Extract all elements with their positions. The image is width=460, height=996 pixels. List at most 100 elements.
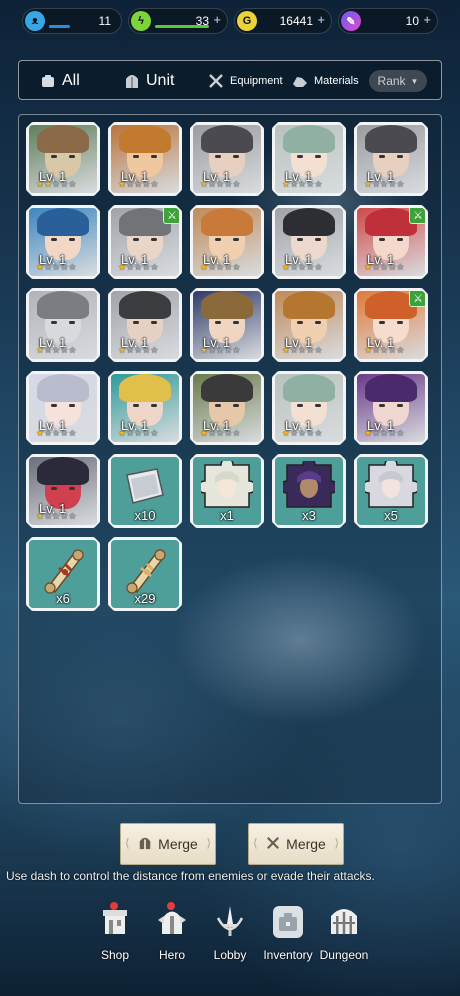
- crystal-add-button[interactable]: +: [423, 12, 431, 27]
- portrait-eye: [397, 404, 403, 407]
- portrait-eye: [51, 155, 57, 158]
- crossed-swords-icon: [207, 72, 225, 90]
- stamina-bar: [49, 25, 70, 28]
- unit-portrait: Lv. 1 ★ ★ ★ ★ ★: [275, 374, 343, 442]
- portrait-eye: [51, 404, 57, 407]
- star-rating: ★ ★ ★ ★ ★: [36, 263, 76, 272]
- rank-sort-dropdown[interactable]: Rank ▼: [369, 70, 427, 92]
- resource-bar: ᴥ 11 ϟ 33 + G 16441 + ✎ 10 +: [22, 8, 438, 34]
- merge-units-label: Merge: [158, 836, 198, 852]
- portrait-eye: [151, 404, 157, 407]
- material-card[interactable]: x6: [26, 537, 100, 611]
- star-rating: ★ ★ ★ ★ ★: [200, 180, 240, 189]
- tab-all[interactable]: All: [39, 61, 80, 101]
- portrait-hair: [119, 374, 171, 402]
- star-icon: ★: [232, 428, 241, 438]
- portrait-eye: [51, 321, 57, 324]
- material-card[interactable]: x29: [108, 537, 182, 611]
- resource-crystal[interactable]: ✎ 10 +: [338, 8, 438, 34]
- unit-card[interactable]: Lv. 1 ★ ★ ★ ★ ★: [354, 122, 428, 196]
- helmet-icon: [123, 72, 141, 90]
- star-icon: ★: [232, 179, 241, 189]
- star-rating: ★ ★ ★ ★ ★: [282, 263, 322, 272]
- star-icon: ★: [208, 345, 217, 355]
- merge-equipment-button[interactable]: Merge: [248, 823, 344, 865]
- unit-card[interactable]: Lv. 1 ★ ★ ★ ★ ★: [190, 122, 264, 196]
- portrait-eye: [151, 238, 157, 241]
- unit-card[interactable]: Lv. 1 ★ ★ ★ ★ ★: [272, 122, 346, 196]
- item-quantity: x6: [56, 591, 70, 606]
- unit-card[interactable]: Lv. 1 ★ ★ ★ ★ ★: [354, 371, 428, 445]
- resource-gold[interactable]: G 16441 +: [234, 8, 332, 34]
- star-icon: ★: [290, 179, 299, 189]
- unit-portrait: Lv. 1 ★ ★ ★ ★ ★: [193, 291, 261, 359]
- unit-card[interactable]: Lv. 1 ★ ★ ★ ★ ★: [190, 205, 264, 279]
- portrait-eye: [297, 321, 303, 324]
- portrait-hair: [201, 291, 253, 319]
- portrait-eye: [233, 404, 239, 407]
- portrait-eye: [379, 404, 385, 407]
- star-icon: ★: [68, 428, 77, 438]
- portrait-hair: [37, 374, 89, 402]
- energy-add-button[interactable]: +: [213, 12, 221, 27]
- unit-card[interactable]: Lv. 1 ★ ★ ★ ★ ★ ⚔: [108, 205, 182, 279]
- tab-materials[interactable]: Materials: [291, 61, 359, 101]
- unit-card[interactable]: Lv. 1 ★ ★ ★ ★ ★: [190, 288, 264, 362]
- portrait-eye: [215, 404, 221, 407]
- star-icon: ★: [126, 345, 135, 355]
- portrait-eye: [69, 404, 75, 407]
- unit-card[interactable]: Lv. 1 ★ ★ ★ ★ ★: [26, 122, 100, 196]
- unit-portrait: Lv. 1 ★ ★ ★ ★ ★: [29, 208, 97, 276]
- unit-card[interactable]: Lv. 1 ★ ★ ★ ★ ★: [190, 371, 264, 445]
- star-icon: ★: [364, 345, 373, 355]
- unit-card[interactable]: Lv. 1 ★ ★ ★ ★ ★: [26, 371, 100, 445]
- resource-energy[interactable]: ϟ 33 +: [128, 8, 228, 34]
- nav-dungeon[interactable]: Dungeon: [308, 900, 380, 966]
- star-icon: ★: [36, 511, 45, 521]
- equipment-badge-icon: ⚔: [409, 291, 425, 307]
- material-card[interactable]: x5: [354, 454, 428, 528]
- star-icon: ★: [396, 345, 405, 355]
- material-card[interactable]: x1: [190, 454, 264, 528]
- unit-card[interactable]: Lv. 1 ★ ★ ★ ★ ★: [272, 371, 346, 445]
- merge-units-button[interactable]: Merge: [120, 823, 216, 865]
- star-icon: ★: [150, 428, 159, 438]
- portrait-hair: [283, 374, 335, 402]
- unit-portrait: Lv. 1 ★ ★ ★ ★ ★: [357, 374, 425, 442]
- unit-card[interactable]: Lv. 1 ★ ★ ★ ★ ★: [26, 205, 100, 279]
- star-rating: ★ ★ ★ ★ ★: [282, 180, 322, 189]
- unit-card[interactable]: Lv. 1 ★ ★ ★ ★ ★ ⚔: [354, 288, 428, 362]
- star-icon: ★: [396, 428, 405, 438]
- material-card[interactable]: x10: [108, 454, 182, 528]
- star-icon: ★: [150, 345, 159, 355]
- unit-card[interactable]: Lv. 1 ★ ★ ★ ★ ★: [108, 371, 182, 445]
- inventory-icon: [273, 906, 303, 938]
- star-rating: ★ ★ ★ ★ ★: [364, 346, 404, 355]
- star-icon: ★: [314, 179, 323, 189]
- material-card[interactable]: x3: [272, 454, 346, 528]
- star-icon: ★: [282, 345, 291, 355]
- portrait-eye: [69, 321, 75, 324]
- unit-card[interactable]: Lv. 1 ★ ★ ★ ★ ★: [108, 288, 182, 362]
- tab-equipment[interactable]: Equipment: [207, 61, 283, 101]
- unit-card[interactable]: Lv. 1 ★ ★ ★ ★ ★: [272, 288, 346, 362]
- star-icon: ★: [36, 345, 45, 355]
- nav-dungeon-label: Dungeon: [319, 948, 369, 962]
- unit-card[interactable]: Lv. 1 ★ ★ ★ ★ ★: [108, 122, 182, 196]
- portrait-eye: [51, 487, 57, 490]
- unit-portrait: Lv. 1 ★ ★ ★ ★ ★: [29, 374, 97, 442]
- star-rating: ★ ★ ★ ★ ★: [200, 263, 240, 272]
- bear-icon: ᴥ: [25, 11, 45, 31]
- box-icon: [39, 72, 57, 90]
- resource-stamina[interactable]: ᴥ 11: [22, 8, 122, 34]
- star-rating: ★ ★ ★ ★ ★: [118, 429, 158, 438]
- star-icon: ★: [208, 179, 217, 189]
- unit-card[interactable]: Lv. 1 ★ ★ ★ ★ ★: [26, 288, 100, 362]
- bottom-nav: Shop Hero Lobby Inventory Dungeon: [0, 900, 460, 970]
- unit-card[interactable]: Lv. 1 ★ ★ ★ ★ ★: [272, 205, 346, 279]
- unit-card[interactable]: Lv. 1 ★ ★ ★ ★ ★: [26, 454, 100, 528]
- tab-unit[interactable]: Unit: [123, 61, 174, 101]
- star-icon: ★: [282, 428, 291, 438]
- gold-add-button[interactable]: +: [317, 12, 325, 27]
- unit-card[interactable]: Lv. 1 ★ ★ ★ ★ ★ ⚔: [354, 205, 428, 279]
